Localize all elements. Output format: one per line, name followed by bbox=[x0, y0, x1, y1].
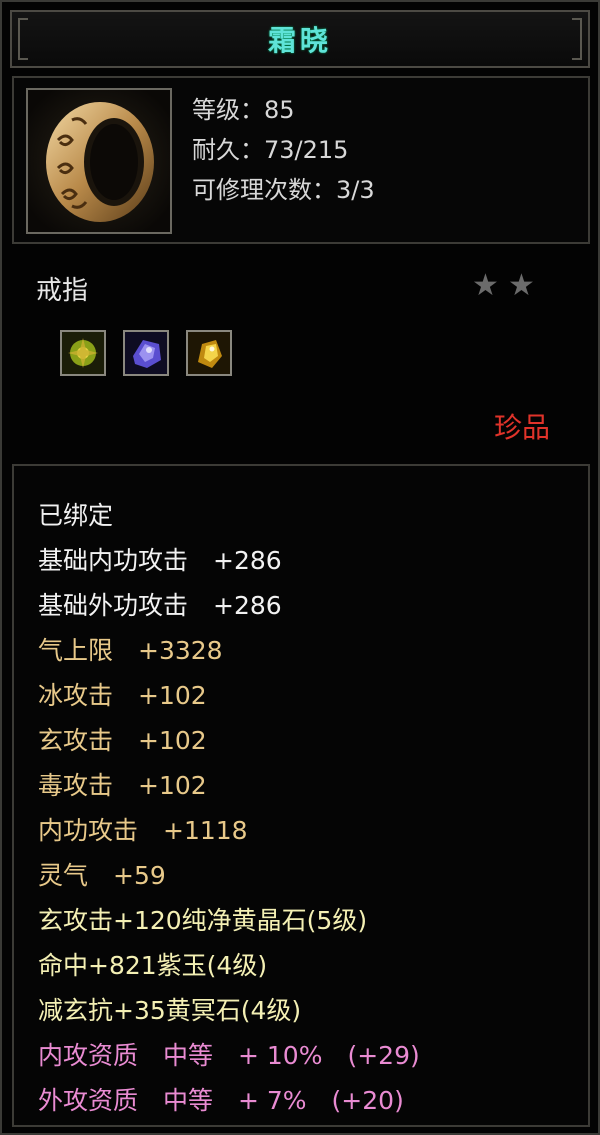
aptitude-line: 内攻资质 中等 + 10% (+29) bbox=[38, 1041, 420, 1070]
attribute-line: 气上限 +3328 bbox=[38, 636, 223, 665]
item-type: 戒指 bbox=[36, 276, 89, 306]
star-icon: ★ bbox=[508, 268, 535, 303]
item-name: 霜晓 bbox=[267, 24, 332, 57]
yellow-gem-icon[interactable] bbox=[186, 330, 233, 376]
attribute-line: 内功攻击 +1118 bbox=[38, 816, 248, 845]
title-frame-left bbox=[18, 18, 28, 60]
item-header: 等级：85 耐久：73/215 可修理次数：3/3 bbox=[12, 76, 590, 244]
repair-count-text: 可修理次数：3/3 bbox=[192, 176, 375, 204]
attribute-line: 玄攻击 +102 bbox=[38, 726, 207, 755]
star-icon: ★ bbox=[472, 268, 499, 303]
bound-status: 已绑定 bbox=[38, 501, 114, 530]
gem-bonus-line: 减玄抗+35黄冥石(4级) bbox=[38, 996, 302, 1025]
title-bar: 霜晓 bbox=[10, 10, 590, 68]
star-rating: ★ ★ bbox=[472, 268, 539, 303]
durability-text: 耐久：73/215 bbox=[192, 136, 349, 164]
attribute-line: 毒攻击 +102 bbox=[38, 771, 207, 800]
title-frame-right bbox=[572, 18, 582, 60]
item-tooltip: 霜晓 等级：85 耐久：73/215 可修理次数：3/3 戒指 ★ ★ 珍品 已… bbox=[0, 0, 600, 1135]
gem-slots bbox=[60, 330, 244, 376]
attribute-line: 基础内功攻击 +286 bbox=[38, 546, 282, 575]
purple-gem-icon[interactable] bbox=[123, 330, 170, 376]
gem-bonus-line: 玄攻击+120纯净黄晶石(5级) bbox=[38, 906, 368, 935]
yellow-green-gem-icon[interactable] bbox=[60, 330, 106, 376]
rarity-label: 珍品 bbox=[494, 411, 551, 444]
ring-icon[interactable] bbox=[26, 88, 172, 234]
gem-bonus-line: 命中+821紫玉(4级) bbox=[38, 951, 268, 980]
level-text: 等级：85 bbox=[192, 96, 295, 124]
attribute-panel: 已绑定 基础内功攻击 +286 基础外功攻击 +286 气上限 +3328 冰攻… bbox=[12, 464, 590, 1127]
aptitude-line: 外攻资质 中等 + 7% (+20) bbox=[38, 1086, 404, 1115]
attribute-line: 冰攻击 +102 bbox=[38, 681, 207, 710]
attribute-line: 灵气 +59 bbox=[38, 861, 166, 890]
attribute-line: 基础外功攻击 +286 bbox=[38, 591, 282, 620]
